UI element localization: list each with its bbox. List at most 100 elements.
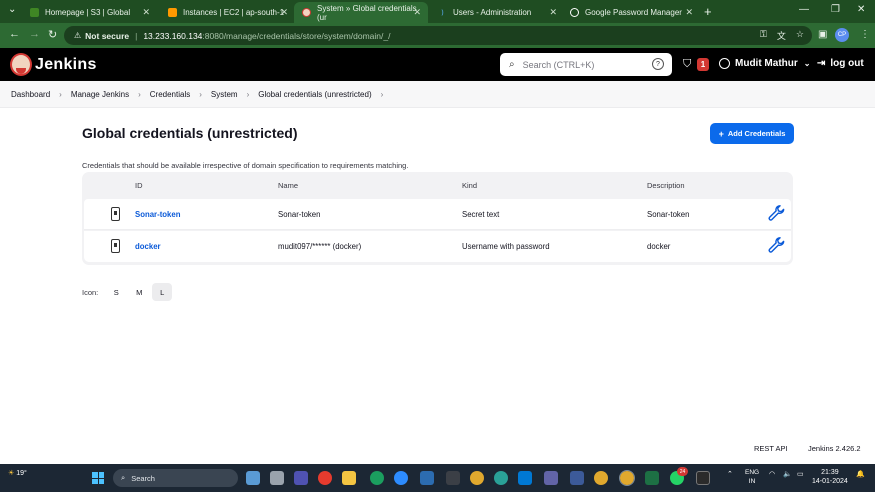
breadcrumb-manage-jenkins[interactable]: Manage Jenkins [71,90,129,99]
app-title[interactable]: Jenkins [35,56,97,74]
search-icon: ⌕ [121,473,126,482]
app-icon[interactable] [494,471,508,485]
language-indicator[interactable]: ENG IN [745,468,759,486]
rest-api-link[interactable]: REST API [754,444,788,453]
chrome-icon[interactable] [619,470,635,486]
sidebar-icon[interactable]: ▣ [818,29,827,40]
chevron-right-icon: › [380,89,384,99]
icon-size-s[interactable]: S [106,283,126,301]
file-explorer-icon[interactable] [342,471,356,485]
tab-search-icon[interactable]: ⌄ [8,4,16,15]
menu-icon[interactable]: ⋮ [860,29,870,40]
forward-button[interactable]: → [29,28,40,40]
volume-icon[interactable]: 🔈 [783,470,792,478]
close-icon[interactable]: ✕ [549,7,557,18]
store-icon[interactable] [420,471,434,485]
jenkins-version-link[interactable]: Jenkins 2.426.2 [808,444,861,453]
column-header-description[interactable]: Description [647,181,685,190]
terminal-icon[interactable] [696,471,710,485]
close-icon[interactable]: ✕ [142,7,150,18]
maximize-button[interactable]: ❐ [831,4,840,15]
browser-tab-password-manager[interactable]: Google Password Manager ✕ [562,2,700,23]
wifi-icon[interactable]: ◠ [769,470,775,478]
browser-tab-bar: Homepage | S3 | Global ✕ Instances | EC2… [0,0,875,23]
breadcrumb-dashboard[interactable]: Dashboard [11,90,50,99]
widgets-icon[interactable] [246,471,260,485]
browser-tab-sonar[interactable]: ) Users - Administration ✕ [430,2,564,23]
chevron-right-icon: › [199,89,202,99]
window-close-button[interactable]: ✕ [857,4,865,15]
taskbar: ☀ 19° ⌕ Search 24 ⌃ ENG IN ◠ 🔈 ▭ 21:39 1… [0,464,875,492]
excel-icon[interactable] [645,471,659,485]
logout-button[interactable]: ⇥ log out [817,58,864,69]
meet-icon[interactable] [294,471,308,485]
search-icon: ⌕ [509,59,515,70]
task-view-icon[interactable] [270,471,284,485]
browser-tab-jenkins[interactable]: System » Global credentials (ur ✕ [294,2,428,23]
profile-avatar[interactable]: CP [835,28,849,42]
credential-id-link[interactable]: docker [135,242,161,251]
notification-bell-icon[interactable]: 🔔 [856,470,865,478]
chrome-icon[interactable] [470,471,484,485]
chevron-right-icon: › [138,89,141,99]
plus-icon: + [718,128,724,139]
breadcrumb-global-credentials[interactable]: Global credentials (unrestricted) [258,90,371,99]
new-tab-button[interactable]: + [704,4,712,19]
icon-size-m[interactable]: M [129,283,149,301]
breadcrumb-system[interactable]: System [211,90,238,99]
logout-icon: ⇥ [817,58,826,69]
teams-icon[interactable] [544,471,558,485]
app-icon[interactable] [570,471,584,485]
column-header-name[interactable]: Name [278,181,298,190]
back-button[interactable]: ← [9,28,20,40]
credential-description: Sonar-token [647,210,690,219]
add-credentials-button[interactable]: + Add Credentials [710,123,794,144]
column-header-kind[interactable]: Kind [462,181,477,190]
mail-icon[interactable] [518,471,532,485]
chevron-right-icon: › [246,89,250,99]
battery-icon[interactable]: ▭ [797,470,804,478]
browser-tab-s3[interactable]: Homepage | S3 | Global ✕ [22,2,157,23]
taskbar-search[interactable]: ⌕ Search [113,469,238,487]
password-key-icon[interactable]: ⚿ [760,29,767,42]
chevron-up-icon[interactable]: ⌃ [727,470,733,478]
credential-id-link[interactable]: Sonar-token [135,210,181,219]
search-input[interactable]: ⌕ Search (CTRL+K) ? [500,53,672,76]
star-icon[interactable]: ☆ [796,29,804,42]
chrome-icon[interactable] [594,471,608,485]
icon-size-l[interactable]: L [152,283,173,301]
photos-icon[interactable] [446,471,460,485]
alert-badge[interactable]: 1 [697,58,709,71]
wrench-icon[interactable] [767,237,786,256]
secret-text-icon [111,207,120,221]
wrench-icon[interactable] [767,205,786,224]
credential-kind: Secret text [462,210,500,219]
username-password-icon [111,239,120,253]
notification-badge: 24 [677,467,688,476]
edge-icon[interactable] [370,471,384,485]
browser-tab-ec2[interactable]: Instances | EC2 | ap-south-1 ✕ [160,2,295,23]
close-icon[interactable]: ✕ [685,7,693,18]
opera-icon[interactable] [318,471,332,485]
zoom-icon[interactable] [394,471,408,485]
windows-start-icon[interactable] [92,472,104,484]
user-menu[interactable]: Mudit Mathur ⌄ [719,58,810,69]
close-icon[interactable]: ✕ [413,7,421,18]
column-header-id[interactable]: ID [135,181,143,190]
breadcrumb: Dashboard › Manage Jenkins › Credentials… [0,81,875,108]
table-row: docker mudit097/****** (docker) Username… [84,231,791,262]
address-bar[interactable]: ⚠ Not secure | 13.233.160.134 :8080/mana… [64,26,812,45]
weather-widget[interactable]: ☀ 19° [8,469,27,477]
shield-icon[interactable]: ⛉ [683,58,691,71]
user-icon [719,58,730,69]
clock[interactable]: 21:39 14-01-2024 [812,468,848,486]
minimize-button[interactable]: — [799,4,809,15]
close-icon[interactable]: ✕ [280,7,288,18]
page-description: Credentials that should be available irr… [82,161,409,170]
help-icon[interactable]: ? [652,58,664,70]
reload-button[interactable]: ↻ [48,28,57,41]
breadcrumb-credentials[interactable]: Credentials [150,90,190,99]
translate-icon[interactable]: 文 [777,29,786,42]
credential-kind: Username with password [462,242,550,251]
jenkins-logo-icon[interactable] [10,53,32,76]
